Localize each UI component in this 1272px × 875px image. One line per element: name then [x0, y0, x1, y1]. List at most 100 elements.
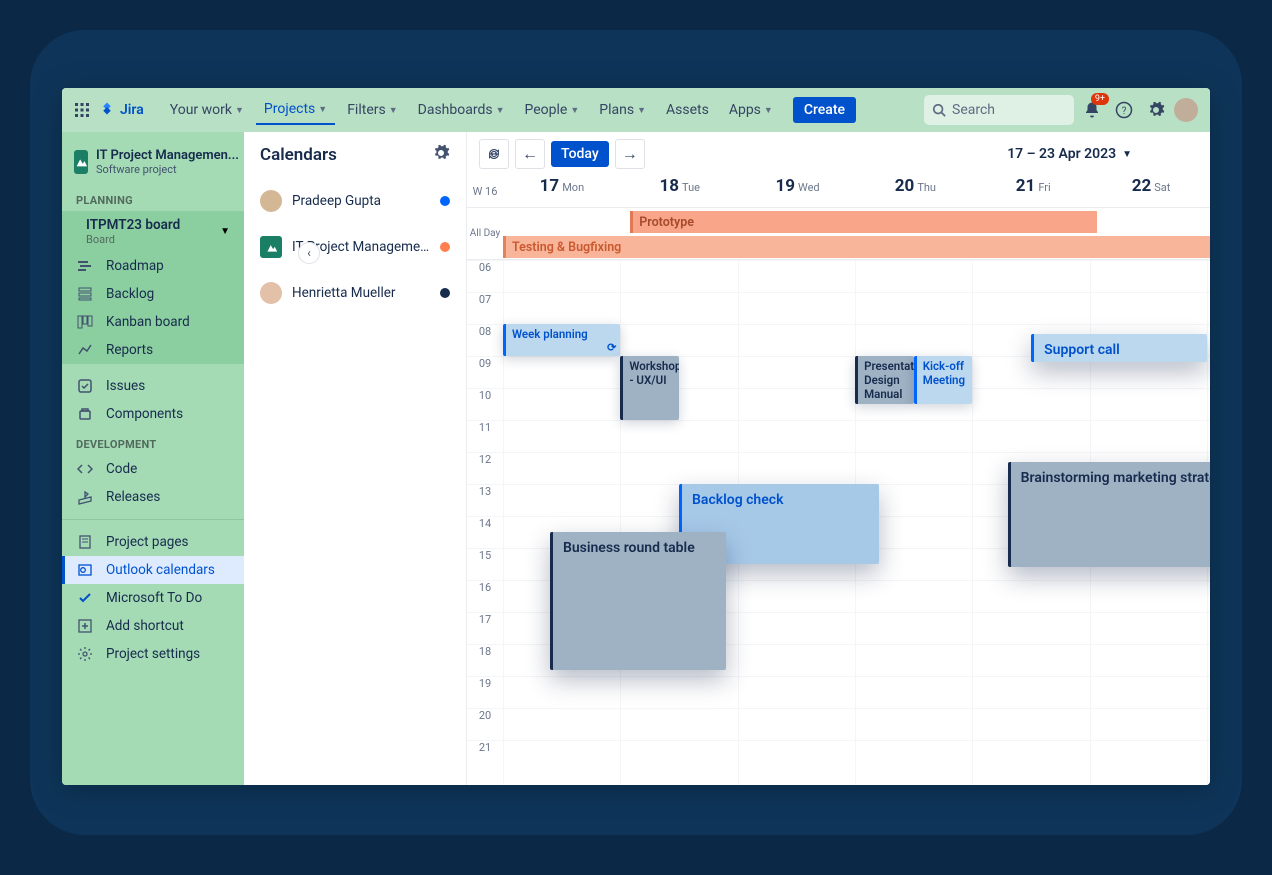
sidebar-item-add-shortcut[interactable]: Add shortcut — [62, 612, 244, 640]
nav-people[interactable]: People▼ — [517, 96, 588, 124]
hour-label: 12 — [467, 452, 503, 484]
day-header[interactable]: 20Thu — [856, 176, 974, 207]
calendar-avatar — [260, 282, 282, 304]
sidebar-item-project-settings[interactable]: Project settings — [62, 640, 244, 668]
project-name: IT Project Managemen... — [96, 148, 239, 163]
calendar-avatar — [260, 190, 282, 212]
sidebar-item-components[interactable]: Components — [62, 400, 244, 428]
project-header[interactable]: IT Project Managemen... Software project — [62, 144, 244, 184]
day-header[interactable]: 21Fri — [974, 176, 1092, 207]
jira-logo[interactable]: Jira — [98, 101, 144, 119]
hour-label: 19 — [467, 676, 503, 708]
search-input[interactable]: Search — [924, 95, 1074, 125]
week-number: W 16 — [467, 176, 503, 207]
project-sidebar: IT Project Managemen... Software project… — [62, 132, 244, 785]
day-header[interactable]: 18Tue — [621, 176, 739, 207]
nav-dashboards[interactable]: Dashboards▼ — [410, 96, 513, 124]
section-planning: PLANNING — [62, 184, 244, 211]
section-development: DEVELOPMENT — [62, 428, 244, 455]
hour-label: 15 — [467, 548, 503, 580]
hour-label: 21 — [467, 740, 503, 772]
add-shortcut-icon — [76, 618, 94, 634]
chevron-down-icon: ▼ — [1122, 149, 1132, 160]
next-button[interactable]: → — [615, 139, 645, 169]
hour-label: 07 — [467, 292, 503, 324]
calendar-event[interactable]: Business round table — [550, 532, 726, 670]
day-header[interactable]: 19Wed — [739, 176, 857, 207]
components-icon — [76, 406, 94, 422]
sidebar-item-todo[interactable]: Microsoft To Do — [62, 584, 244, 612]
prev-button[interactable]: ← — [515, 139, 545, 169]
nav-assets[interactable]: Assets — [658, 96, 717, 124]
calendar-item[interactable]: Pradeep Gupta — [244, 178, 466, 224]
top-nav: Jira Your work▼ Projects▼ Filters▼ Dashb… — [62, 88, 1210, 132]
today-button[interactable]: Today — [551, 141, 609, 167]
calendar-avatar — [260, 236, 282, 258]
hour-label: 17 — [467, 612, 503, 644]
hour-label: 11 — [467, 420, 503, 452]
hour-label: 10 — [467, 388, 503, 420]
gear-icon — [76, 646, 94, 662]
create-button[interactable]: Create — [793, 97, 856, 123]
chevron-down-icon: ▼ — [389, 105, 398, 116]
sidebar-item-kanban[interactable]: Kanban board — [62, 308, 244, 336]
nav-projects[interactable]: Projects▼ — [256, 95, 335, 125]
project-subtype: Software project — [96, 163, 239, 176]
chevron-down-icon: ▼ — [220, 226, 230, 237]
chevron-down-icon: ▼ — [318, 104, 327, 115]
sidebar-item-backlog[interactable]: Backlog — [62, 280, 244, 308]
svg-text:?: ? — [1122, 106, 1127, 117]
settings-icon[interactable] — [1142, 96, 1170, 124]
day-header[interactable]: 17Mon — [503, 176, 621, 207]
chevron-down-icon: ▼ — [235, 105, 244, 116]
help-icon[interactable]: ? — [1110, 96, 1138, 124]
calendar-event[interactable]: Kick-off Meeting — [914, 356, 973, 404]
hour-label: 18 — [467, 644, 503, 676]
nav-filters[interactable]: Filters▼ — [339, 96, 405, 124]
chevron-down-icon: ▼ — [570, 105, 579, 116]
sidebar-item-project-pages[interactable]: Project pages — [62, 528, 244, 556]
sidebar-item-issues[interactable]: Issues — [62, 372, 244, 400]
allday-label: All Day — [467, 208, 503, 259]
logo-text: Jira — [120, 102, 144, 118]
calendars-settings-icon[interactable] — [432, 144, 450, 166]
hour-label: 20 — [467, 708, 503, 740]
outlook-icon — [76, 562, 94, 578]
nav-your-work[interactable]: Your work▼ — [162, 96, 252, 124]
chevron-down-icon: ▼ — [637, 105, 646, 116]
calendar-item[interactable]: Henrietta Mueller — [244, 270, 466, 316]
calendar-color-dot — [440, 242, 450, 252]
calendar-name: Pradeep Gupta — [292, 193, 430, 209]
sidebar-item-reports[interactable]: Reports — [62, 336, 244, 364]
date-range-picker[interactable]: 17 – 23 Apr 2023▼ — [1007, 146, 1132, 162]
project-icon — [74, 150, 88, 174]
calendar-event[interactable]: Workshop - UX/UI — [620, 356, 679, 420]
code-icon — [76, 461, 94, 477]
calendar-event[interactable]: Support call — [1031, 334, 1207, 363]
page-icon — [76, 534, 94, 550]
nav-plans[interactable]: Plans▼ — [591, 96, 654, 124]
notification-badge: 9+ — [1091, 93, 1109, 105]
nav-apps[interactable]: Apps▼ — [721, 96, 781, 124]
calendar-event[interactable]: Week planning⟳ — [503, 324, 620, 356]
calendar-item[interactable]: IT Project Management T... — [244, 224, 466, 270]
chevron-down-icon: ▼ — [764, 105, 773, 116]
sidebar-item-roadmap[interactable]: Roadmap — [62, 252, 244, 280]
sidebar-item-outlook-calendars[interactable]: Outlook calendars — [62, 556, 244, 584]
day-header[interactable]: 22Sat — [1092, 176, 1210, 207]
hour-label: 08 — [467, 324, 503, 356]
sync-button[interactable] — [479, 139, 509, 169]
notifications-icon[interactable]: 9+ — [1078, 96, 1106, 124]
collapse-sidebar-button[interactable]: ‹ — [298, 242, 320, 264]
allday-event[interactable]: Prototype — [630, 211, 1097, 233]
calendar-event[interactable]: Presentation Design Manual — [855, 356, 914, 404]
allday-event[interactable]: Testing & Bugfixing — [503, 236, 1210, 258]
sidebar-item-code[interactable]: Code — [62, 455, 244, 483]
app-switcher-icon[interactable] — [74, 102, 90, 118]
sidebar-item-releases[interactable]: Releases — [62, 483, 244, 511]
calendar-event[interactable]: Brainstorming marketing strategy — [1008, 462, 1210, 568]
sidebar-item-board[interactable]: ITPMT23 board Board ▼ — [62, 211, 244, 252]
hour-label: 06 — [467, 260, 503, 292]
user-avatar[interactable] — [1174, 98, 1198, 122]
releases-icon — [76, 489, 94, 505]
